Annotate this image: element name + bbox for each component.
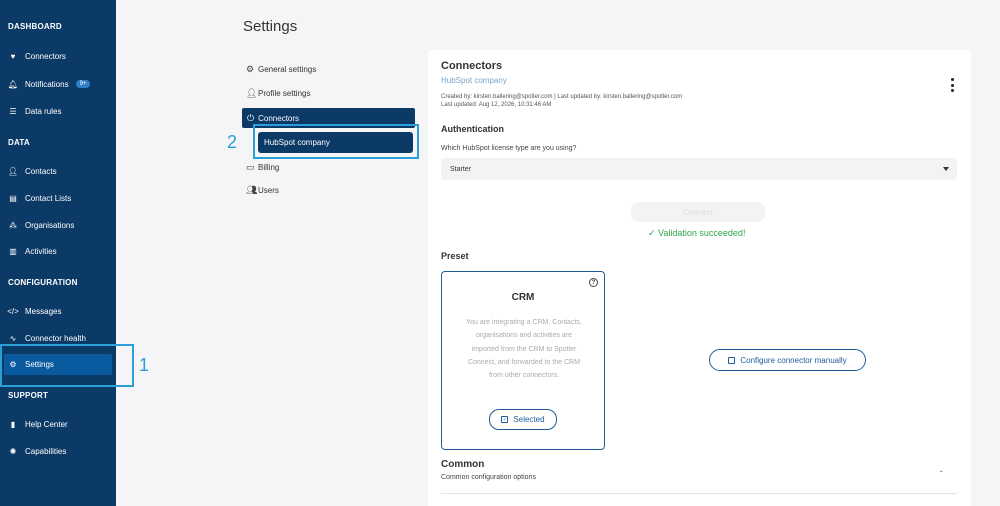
notification-badge: 9+ xyxy=(75,80,91,88)
subnav-label: Profile settings xyxy=(258,88,311,98)
organisation-icon: ⁂ xyxy=(9,220,17,230)
card-meta: Created by: kirsten.ballering@spotler.co… xyxy=(441,93,682,109)
subnav-users[interactable]: 👥︎ Users xyxy=(246,180,279,200)
subnav-label: Users xyxy=(258,185,279,195)
subnav-label: Connectors xyxy=(258,113,300,123)
sidebar-item-label: Contact Lists xyxy=(25,193,72,203)
last-updated-line: Last updated: Aug 12, 2026, 10:31:46 AM xyxy=(441,102,552,108)
checkbox-checked-icon: ✓ xyxy=(501,416,509,423)
more-options-icon[interactable] xyxy=(948,78,956,92)
preset-title: CRM xyxy=(511,292,535,303)
chevron-up-icon[interactable]: ˆ xyxy=(940,470,943,479)
person-icon: 👤︎ xyxy=(246,87,258,98)
sidebar-item-label: Messages xyxy=(25,306,62,316)
created-by-line: Created by: kirsten.ballering@spotler.co… xyxy=(441,94,683,100)
preset-heading: Preset xyxy=(441,251,469,261)
sidebar-item-capabilities[interactable]: ✺ Capabilities xyxy=(0,441,116,461)
connector-card: Connectors HubSpot company Created by: k… xyxy=(428,50,971,506)
question-icon[interactable]: ? xyxy=(589,278,598,287)
sidebar-item-label: Activities xyxy=(25,246,57,256)
subnav-billing[interactable]: ▭ Billing xyxy=(246,157,279,177)
sidebar-item-label: Capabilities xyxy=(25,446,67,456)
bell-icon: 🔔︎ xyxy=(7,79,19,89)
users-icon: 👥︎ xyxy=(246,184,258,195)
validation-status: ✓ Validation succeeded! xyxy=(648,228,745,239)
page-title: Settings xyxy=(243,18,298,35)
annotation-number-1: 1 xyxy=(139,355,150,375)
sidebar-item-label: Contacts xyxy=(25,166,57,176)
person-icon: 👤︎ xyxy=(7,166,19,176)
sidebar-item-organisations[interactable]: ⁂ Organisations xyxy=(0,215,116,235)
credit-card-icon: ▭ xyxy=(246,161,255,172)
annotation-number-2: 2 xyxy=(227,132,238,152)
sidebar-item-label: Connectors xyxy=(25,51,66,61)
section-dashboard: DASHBOARD xyxy=(8,22,62,31)
sidebar-item-label: Connector health xyxy=(25,333,86,343)
sidebar-item-label: Notifications xyxy=(25,79,69,89)
subnav-profile-settings[interactable]: 👤︎ Profile settings xyxy=(246,83,310,103)
sidebar-item-help-center[interactable]: ▮ Help Center xyxy=(0,414,116,434)
authentication-heading: Authentication xyxy=(441,124,504,134)
sidebar: DASHBOARD ♥ Connectors 🔔︎ Notifications … xyxy=(0,0,116,506)
section-support: SUPPORT xyxy=(8,391,49,400)
configure-manually-label: Configure connector manually xyxy=(740,355,847,365)
section-data: DATA xyxy=(8,138,30,147)
connect-button[interactable]: Connect xyxy=(631,202,765,222)
preset-crm-card[interactable]: ? CRM You are integrating a CRM. Contact… xyxy=(441,271,605,450)
sidebar-item-activities[interactable]: ▥ Activities xyxy=(0,241,116,261)
section-configuration: CONFIGURATION xyxy=(8,278,78,287)
caret-down-icon xyxy=(943,167,949,171)
sidebar-item-data-rules[interactable]: ☰ Data rules xyxy=(0,101,116,121)
annotation-highlight-settings xyxy=(0,344,134,387)
sidebar-item-label: Help Center xyxy=(25,419,68,429)
annotation-highlight-hubspot xyxy=(253,124,419,159)
sidebar-item-contact-lists[interactable]: ▤ Contact Lists xyxy=(0,188,116,208)
sidebar-item-messages[interactable]: </> Messages xyxy=(0,301,116,321)
plug-icon: ⏻ xyxy=(247,112,255,123)
pulse-icon: ∿ xyxy=(9,333,17,343)
check-icon: ✓ xyxy=(648,228,659,238)
validation-text: Validation succeeded! xyxy=(658,228,746,238)
card-subtitle: HubSpot company xyxy=(441,76,507,85)
list-icon: ☰ xyxy=(9,106,17,116)
common-subtitle: Common configuration options xyxy=(441,474,536,481)
selected-label: Selected xyxy=(513,415,545,424)
sidebar-item-notifications[interactable]: 🔔︎ Notifications 9+ xyxy=(0,74,116,94)
card-title: Connectors xyxy=(441,60,503,72)
gear-icon: ⚙ xyxy=(246,63,255,74)
preset-description: You are integrating a CRM. Contacts, org… xyxy=(466,319,582,380)
clipboard-icon: ▥ xyxy=(9,246,17,256)
sidebar-item-contacts[interactable]: 👤︎ Contacts xyxy=(0,161,116,181)
sidebar-item-label: Organisations xyxy=(25,220,75,230)
license-type-value: Starter xyxy=(450,165,472,173)
license-type-select[interactable]: Starter xyxy=(441,158,957,180)
code-icon: </> xyxy=(7,306,19,316)
license-question: Which HubSpot license type are you using… xyxy=(441,145,577,152)
common-heading: Common xyxy=(441,459,485,470)
configure-manually-button[interactable]: Configure connector manually xyxy=(709,349,866,371)
sidebar-item-connectors[interactable]: ♥ Connectors xyxy=(0,46,116,66)
divider xyxy=(441,493,957,494)
selected-button[interactable]: ✓ Selected xyxy=(489,409,557,430)
book-icon: ▮ xyxy=(10,419,16,429)
heart-plug-icon: ♥ xyxy=(10,51,16,61)
sidebar-item-label: Data rules xyxy=(25,106,62,116)
lightbulb-icon: ✺ xyxy=(9,446,17,456)
checkbox-icon xyxy=(728,356,736,364)
contact-list-icon: ▤ xyxy=(9,193,17,203)
subnav-label: Billing xyxy=(258,162,280,172)
subnav-general-settings[interactable]: ⚙ General settings xyxy=(246,59,316,79)
subnav-label: General settings xyxy=(258,64,317,74)
